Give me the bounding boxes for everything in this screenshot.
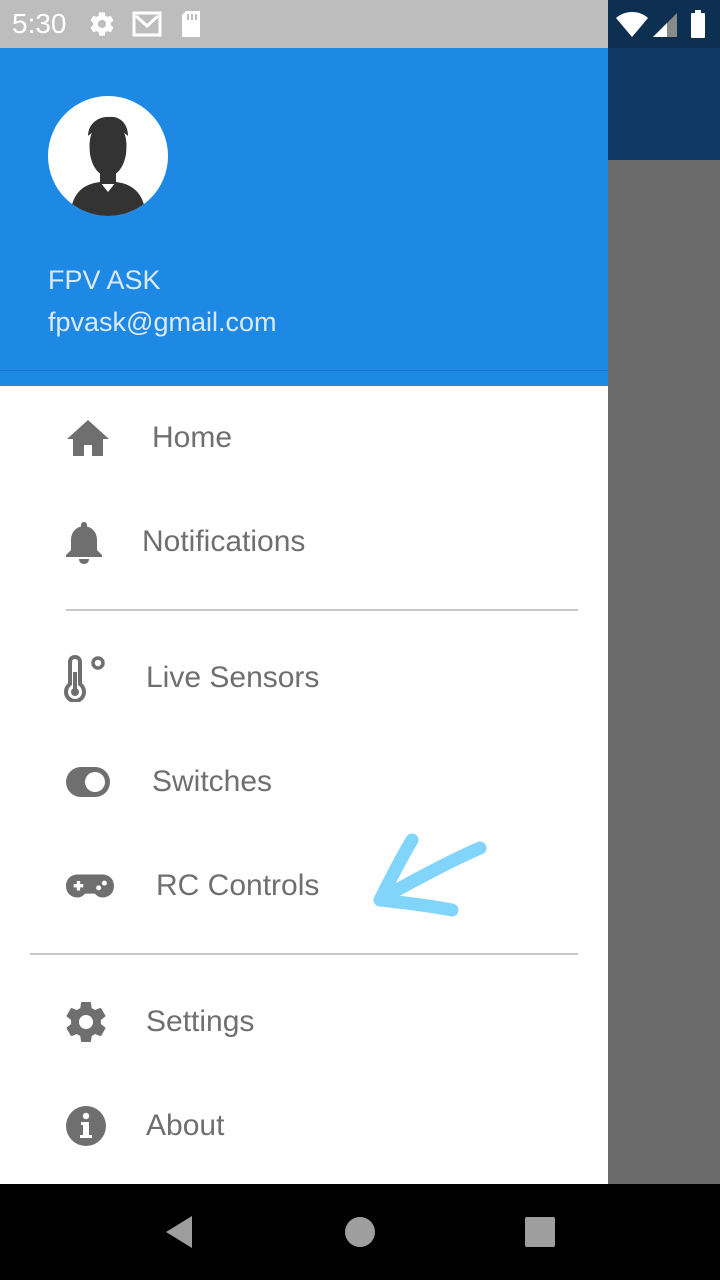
home-circle-icon[interactable] — [340, 1212, 380, 1252]
person-silhouette-icon — [70, 116, 146, 216]
app-bar-dimmed — [608, 48, 720, 160]
menu-label-switches: Switches — [152, 765, 273, 798]
scrim-overlay[interactable] — [608, 160, 720, 1184]
menu-divider-1 — [66, 609, 578, 611]
status-time: 5:30 — [12, 8, 67, 39]
system-navigation-bar — [0, 1184, 720, 1280]
navigation-drawer: FPV ASK fpvask@gmail.com Home Notificati… — [0, 48, 608, 1184]
menu-item-home[interactable]: Home — [0, 390, 608, 486]
menu-label-notifications: Notifications — [142, 525, 306, 558]
gear-icon — [66, 1002, 106, 1043]
bell-icon — [66, 522, 102, 564]
user-name: FPV ASK — [48, 265, 161, 295]
back-icon[interactable] — [160, 1212, 200, 1252]
annotation-arrow-icon — [373, 833, 487, 917]
menu-label-settings: Settings — [146, 1005, 255, 1038]
menu-label-live-sensors: Live Sensors — [146, 661, 320, 694]
gamepad-icon — [66, 874, 114, 898]
menu-item-settings[interactable]: Settings — [0, 974, 608, 1070]
user-email: fpvask@gmail.com — [48, 307, 277, 337]
menu-item-notifications[interactable]: Notifications — [0, 494, 608, 590]
menu-item-switches[interactable]: Switches — [0, 734, 608, 830]
menu-item-rc-controls[interactable]: RC Controls — [0, 838, 608, 934]
gear-icon — [90, 12, 114, 36]
drawer-header: FPV ASK fpvask@gmail.com — [0, 48, 608, 386]
wifi-icon — [616, 12, 648, 37]
cell-signal-icon — [653, 13, 677, 37]
menu-label-rc-controls: RC Controls — [156, 869, 320, 902]
info-icon — [66, 1106, 106, 1146]
menu-item-live-sensors[interactable]: Live Sensors — [0, 630, 608, 726]
toggle-icon — [66, 767, 110, 797]
home-icon — [67, 420, 109, 456]
recents-square-icon[interactable] — [520, 1212, 560, 1252]
status-bar: 5:30 — [0, 0, 720, 48]
sd-card-icon — [182, 11, 200, 37]
menu-label-about: About — [146, 1109, 225, 1142]
thermometer-icon — [63, 654, 105, 702]
header-divider — [0, 370, 608, 371]
battery-icon — [691, 10, 705, 38]
gmail-icon — [132, 11, 162, 37]
menu-divider-2 — [30, 953, 578, 955]
menu-item-about[interactable]: About — [0, 1078, 608, 1174]
avatar[interactable] — [48, 96, 168, 216]
menu-label-home: Home — [152, 421, 233, 454]
